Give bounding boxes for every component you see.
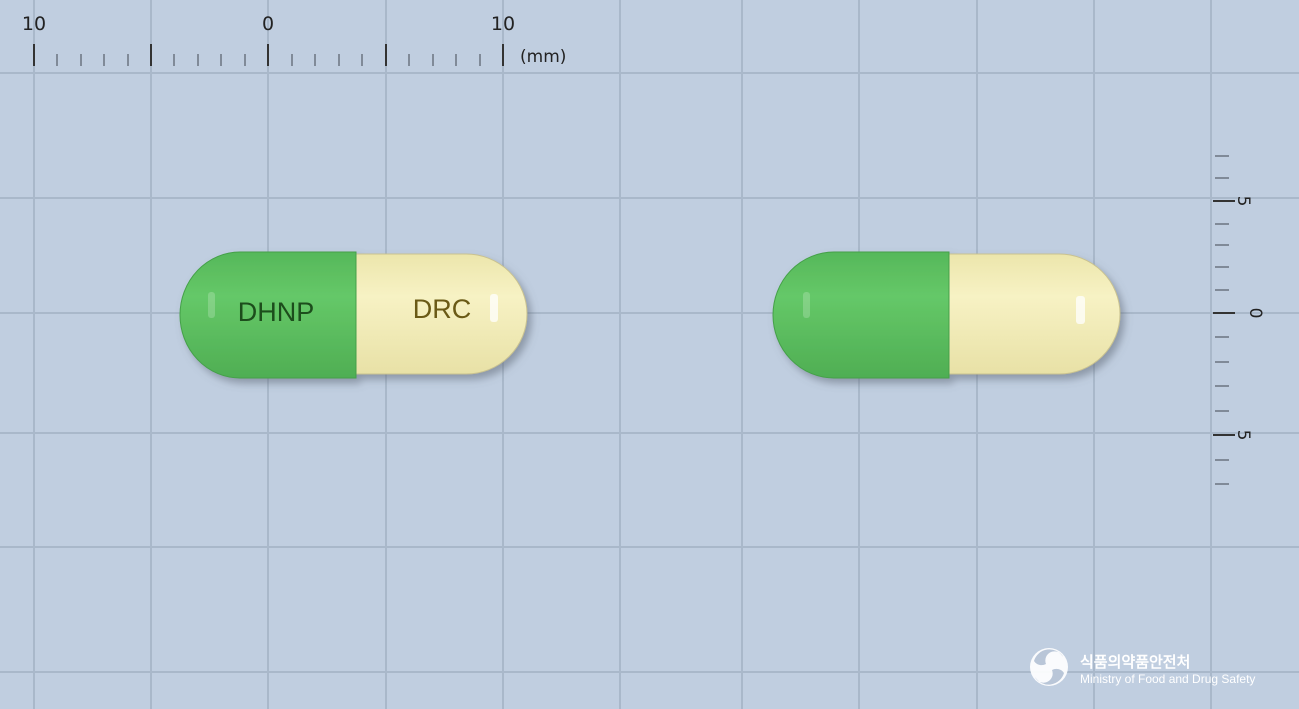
capsule-front: DHNP DRC — [179, 251, 528, 379]
mfds-emblem-icon — [1030, 648, 1068, 686]
ruler-label-right: 10 — [491, 13, 515, 35]
mfds-logo: 식품의약품안전처 Ministry of Food and Drug Safet… — [1030, 648, 1255, 686]
capsule-back-cap-highlight — [803, 292, 810, 318]
capsule-front-highlight — [490, 294, 498, 322]
logo-korean-text: 식품의약품안전처 — [1080, 653, 1190, 671]
right-ruler — [1213, 200, 1235, 436]
right-ruler-label-center: 0 — [1245, 308, 1265, 319]
ruler-unit-label: (mm) — [520, 47, 566, 67]
capsule-back-body — [942, 253, 1121, 375]
capsule-back — [772, 251, 1121, 379]
ruler-label-center: 0 — [262, 13, 274, 35]
right-ruler-label-lower: 5 — [1233, 430, 1253, 441]
capsule-front-cap-highlight — [208, 292, 215, 318]
pill-photo: 10 0 10 (mm) 5 0 5 DHNP DRC 식품의약품안전처 Min… — [0, 0, 1299, 709]
capsule-back-highlight — [1076, 296, 1085, 324]
capsule-back-cap — [772, 251, 950, 379]
ruler-label-left: 10 — [22, 13, 46, 35]
cap-imprint: DHNP — [238, 297, 315, 327]
body-imprint: DRC — [413, 294, 472, 324]
pill-image-canvas: 10 0 10 (mm) 5 0 5 DHNP DRC 식품의약품안전처 Min… — [0, 0, 1299, 709]
logo-english-text: Ministry of Food and Drug Safety — [1080, 672, 1255, 686]
right-ruler-label-upper: 5 — [1233, 196, 1253, 207]
